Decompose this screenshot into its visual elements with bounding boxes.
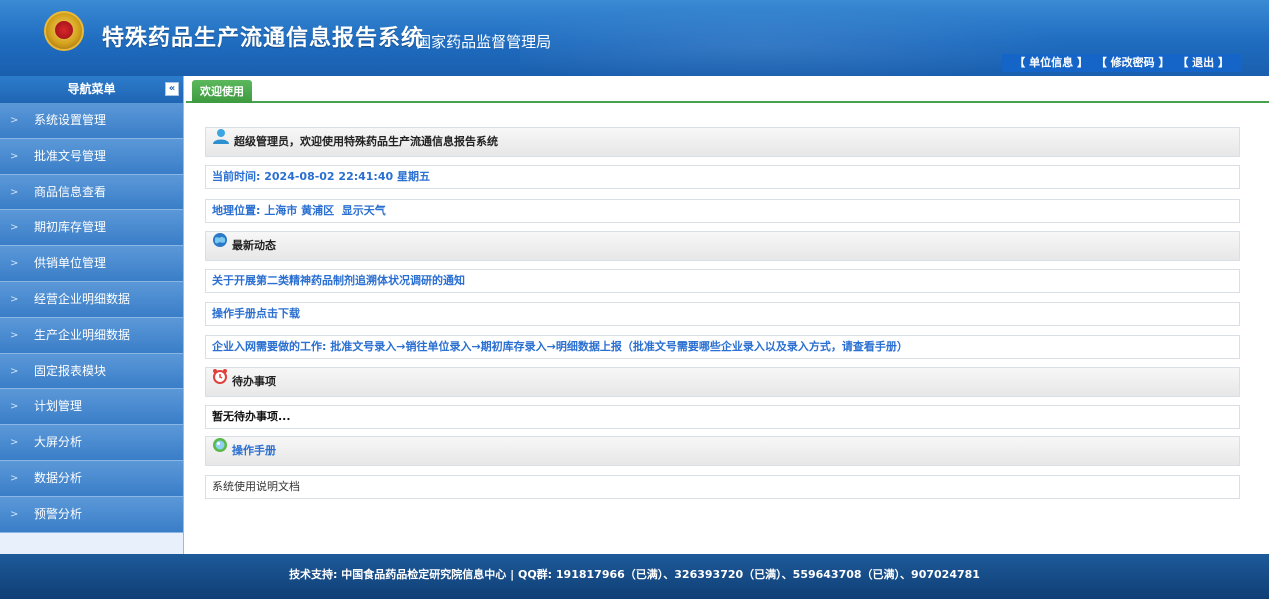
news-item[interactable]: 操作手册点击下载 bbox=[205, 302, 1240, 326]
manual-title: 操作手册 bbox=[232, 444, 276, 457]
sidebar-item-label: 大屏分析 bbox=[34, 435, 83, 450]
unit-info-link[interactable]: 【 单位信息 】 bbox=[1014, 56, 1088, 69]
footer: 技术支持: 中国食品药品检定研究院信息中心 | QQ群: 191817966（已… bbox=[0, 554, 1269, 599]
news-item[interactable]: 关于开展第二类精神药品制剂追溯体状况调研的通知 bbox=[205, 269, 1240, 293]
sidebar-item-label: 供销单位管理 bbox=[34, 256, 107, 271]
todo-title: 待办事项 bbox=[232, 375, 276, 388]
tab-welcome[interactable]: 欢迎使用 bbox=[192, 80, 252, 103]
sidebar-item-label: 期初库存管理 bbox=[34, 220, 107, 235]
sidebar-item-warning-analysis[interactable]: > 预警分析 bbox=[0, 496, 183, 533]
chevron-right-icon: > bbox=[10, 293, 19, 305]
sidebar-item-initial-inventory[interactable]: > 期初库存管理 bbox=[0, 210, 183, 247]
sidebar-item-data-analysis[interactable]: > 数据分析 bbox=[0, 460, 183, 497]
chevron-right-icon: > bbox=[10, 401, 19, 413]
sidebar-item-label: 预警分析 bbox=[34, 506, 83, 521]
chevron-right-icon: > bbox=[10, 329, 19, 341]
chevron-right-icon: > bbox=[10, 437, 19, 449]
sidebar-item-label: 数据分析 bbox=[34, 470, 83, 485]
sidebar-item-fixed-reports[interactable]: > 固定报表模块 bbox=[0, 353, 183, 390]
logout-link[interactable]: 【 退出 】 bbox=[1177, 56, 1229, 69]
chevron-right-icon: > bbox=[10, 508, 19, 520]
welcome-header: 超级管理员，欢迎使用特殊药品生产流通信息报告系统 bbox=[205, 127, 1240, 157]
news-title: 最新动态 bbox=[232, 239, 276, 252]
sidebar-item-trade-details[interactable]: > 经营企业明细数据 bbox=[0, 281, 183, 318]
location-label: 地理位置: bbox=[212, 204, 265, 217]
globe-icon bbox=[212, 232, 228, 259]
main-content: 超级管理员，欢迎使用特殊药品生产流通信息报告系统 当前时间: 2024-08-0… bbox=[186, 103, 1269, 554]
news-header: 最新动态 bbox=[205, 231, 1240, 261]
app-header: 特殊药品生产流通信息报告系统 - 国家药品监督管理局 【 单位信息 】 【 修改… bbox=[0, 0, 1269, 76]
sidebar-item-product-info[interactable]: > 商品信息查看 bbox=[0, 174, 183, 211]
current-time: 当前时间: 2024-08-02 22:41:40 星期五 bbox=[205, 165, 1240, 189]
welcome-text: 超级管理员，欢迎使用特殊药品生产流通信息报告系统 bbox=[234, 135, 498, 148]
sidebar-header: 导航菜单 « bbox=[0, 76, 183, 103]
national-emblem-icon bbox=[44, 11, 84, 51]
sidebar-item-label: 固定报表模块 bbox=[34, 363, 107, 378]
collapse-sidebar-button[interactable]: « bbox=[165, 82, 179, 96]
sidebar-item-label: 计划管理 bbox=[34, 399, 83, 414]
sidebar-item-approval-numbers[interactable]: > 批准文号管理 bbox=[0, 138, 183, 175]
sidebar-item-label: 批准文号管理 bbox=[34, 148, 107, 163]
sidebar-item-plan-management[interactable]: > 计划管理 bbox=[0, 389, 183, 426]
tab-bar: 欢迎使用 bbox=[186, 76, 1269, 103]
change-password-link[interactable]: 【 修改密码 】 bbox=[1096, 56, 1170, 69]
top-links: 【 单位信息 】 【 修改密码 】 【 退出 】 bbox=[1002, 54, 1241, 72]
sidebar-item-suppliers[interactable]: > 供销单位管理 bbox=[0, 246, 183, 282]
system-subtitle: - 国家药品监督管理局 bbox=[406, 33, 552, 51]
chevron-right-icon: > bbox=[10, 115, 19, 126]
sidebar: 导航菜单 « > 系统设置管理 > 批准文号管理 > 商品信息查看 > 期初库存管理 >… bbox=[0, 76, 184, 554]
sidebar-item-production-details[interactable]: > 生产企业明细数据 bbox=[0, 317, 183, 354]
sidebar-item-label: 商品信息查看 bbox=[34, 184, 107, 199]
system-title: 特殊药品生产流通信息报告系统 bbox=[102, 26, 425, 51]
chevron-right-icon: > bbox=[10, 186, 19, 198]
alarm-clock-icon bbox=[212, 368, 228, 395]
manual-header: 操作手册 bbox=[205, 436, 1240, 466]
manual-doc-link[interactable]: 系统使用说明文档 bbox=[205, 475, 1240, 499]
chevron-right-icon: > bbox=[10, 472, 19, 484]
chevron-right-icon: > bbox=[10, 258, 19, 270]
sidebar-item-big-screen[interactable]: > 大屏分析 bbox=[0, 425, 183, 461]
todo-header: 待办事项 bbox=[205, 367, 1240, 397]
sidebar-item-system-settings[interactable]: > 系统设置管理 bbox=[0, 103, 183, 139]
todo-empty: 暂无待办事项... bbox=[205, 405, 1240, 429]
user-icon bbox=[212, 128, 230, 155]
footer-text: 技术支持: 中国食品药品检定研究院信息中心 | QQ群: 191817966（已… bbox=[289, 568, 980, 581]
chevron-right-icon: > bbox=[10, 150, 19, 162]
sidebar-item-label: 经营企业明细数据 bbox=[34, 291, 131, 306]
news-item[interactable]: 企业入网需要做的工作: 批准文号录入→销往单位录入→期初库存录入→明细数据上报（… bbox=[205, 335, 1240, 359]
location-row: 地理位置: 上海市 黄浦区 显示天气 bbox=[205, 199, 1240, 223]
sidebar-title: 导航菜单 bbox=[67, 82, 116, 96]
orb-icon bbox=[212, 437, 228, 464]
chevron-right-icon: > bbox=[10, 365, 19, 377]
show-weather-link[interactable]: 显示天气 bbox=[342, 204, 386, 217]
location-value: 上海市 黄浦区 bbox=[264, 204, 335, 217]
chevron-right-icon: > bbox=[10, 222, 19, 234]
sidebar-item-label: 生产企业明细数据 bbox=[34, 327, 131, 342]
sidebar-item-label: 系统设置管理 bbox=[34, 113, 107, 127]
